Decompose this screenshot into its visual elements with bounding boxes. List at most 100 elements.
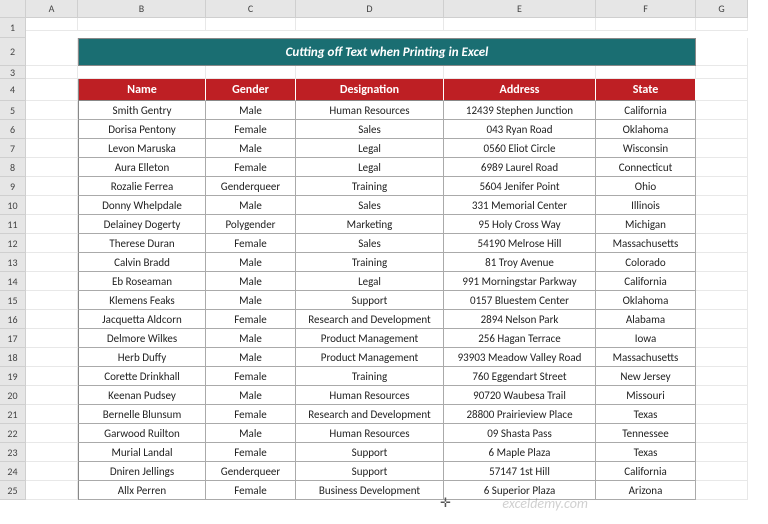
table-cell[interactable]: Female: [206, 481, 296, 500]
row-header[interactable]: 1: [0, 18, 26, 38]
table-cell[interactable]: Herb Duffy: [78, 348, 206, 367]
table-cell[interactable]: 57147 1st Hill: [444, 462, 596, 481]
table-cell[interactable]: Eb Roseaman: [78, 272, 206, 291]
table-cell[interactable]: Levon Maruska: [78, 139, 206, 158]
cell[interactable]: [444, 18, 596, 31]
cell[interactable]: [206, 18, 296, 31]
table-cell[interactable]: 0157 Bluestem Center: [444, 291, 596, 310]
row-header[interactable]: 18: [0, 348, 26, 367]
table-cell[interactable]: Male: [206, 101, 296, 120]
row-header[interactable]: 24: [0, 462, 26, 481]
table-cell[interactable]: Texas: [596, 405, 696, 424]
cell[interactable]: [26, 405, 78, 424]
table-cell[interactable]: Legal: [296, 139, 444, 158]
table-cell[interactable]: Female: [206, 120, 296, 139]
table-cell[interactable]: Marketing: [296, 215, 444, 234]
table-cell[interactable]: Sales: [296, 120, 444, 139]
table-cell[interactable]: 6 Superior Plaza: [444, 481, 596, 500]
table-cell[interactable]: Female: [206, 158, 296, 177]
table-cell[interactable]: Female: [206, 234, 296, 253]
row-header[interactable]: 23: [0, 443, 26, 462]
row-header[interactable]: 16: [0, 310, 26, 329]
table-cell[interactable]: Training: [296, 367, 444, 386]
cell[interactable]: [696, 234, 748, 253]
table-header[interactable]: Address: [444, 79, 596, 101]
table-cell[interactable]: Klemens Feaks: [78, 291, 206, 310]
table-cell[interactable]: 043 Ryan Road: [444, 120, 596, 139]
table-header[interactable]: Gender: [206, 79, 296, 101]
table-cell[interactable]: 2894 Nelson Park: [444, 310, 596, 329]
cell[interactable]: [696, 196, 748, 215]
table-cell[interactable]: California: [596, 101, 696, 120]
cell[interactable]: [78, 18, 206, 31]
table-cell[interactable]: Support: [296, 462, 444, 481]
table-cell[interactable]: Training: [296, 253, 444, 272]
cell[interactable]: [206, 66, 296, 79]
cell[interactable]: [696, 348, 748, 367]
table-cell[interactable]: Male: [206, 196, 296, 215]
table-cell[interactable]: 90720 Waubesa Trail: [444, 386, 596, 405]
table-cell[interactable]: Female: [206, 405, 296, 424]
table-cell[interactable]: Aura Elleton: [78, 158, 206, 177]
col-header[interactable]: A: [26, 0, 78, 18]
cell[interactable]: [26, 329, 78, 348]
table-cell[interactable]: 331 Memorial Center: [444, 196, 596, 215]
cell[interactable]: [696, 177, 748, 196]
table-cell[interactable]: Training: [296, 177, 444, 196]
table-cell[interactable]: Male: [206, 348, 296, 367]
cell[interactable]: [696, 215, 748, 234]
cell[interactable]: [696, 386, 748, 405]
table-cell[interactable]: Business Development: [296, 481, 444, 500]
table-cell[interactable]: Polygender: [206, 215, 296, 234]
table-cell[interactable]: Dorisa Pentony: [78, 120, 206, 139]
table-cell[interactable]: Calvin Bradd: [78, 253, 206, 272]
table-cell[interactable]: Male: [206, 272, 296, 291]
row-header[interactable]: 21: [0, 405, 26, 424]
row-header[interactable]: 9: [0, 177, 26, 196]
cell[interactable]: [26, 234, 78, 253]
table-cell[interactable]: 256 Hagan Terrace: [444, 329, 596, 348]
cell[interactable]: [26, 139, 78, 158]
cell[interactable]: [696, 139, 748, 158]
row-header[interactable]: 6: [0, 120, 26, 139]
table-cell[interactable]: 0560 Eliot Circle: [444, 139, 596, 158]
cell[interactable]: [696, 329, 748, 348]
table-cell[interactable]: Female: [206, 443, 296, 462]
table-cell[interactable]: Human Resources: [296, 386, 444, 405]
cell[interactable]: [696, 120, 748, 139]
table-cell[interactable]: Legal: [296, 272, 444, 291]
table-cell[interactable]: Oklahoma: [596, 291, 696, 310]
table-cell[interactable]: 6989 Laurel Road: [444, 158, 596, 177]
table-cell[interactable]: Human Resources: [296, 424, 444, 443]
table-cell[interactable]: Therese Duran: [78, 234, 206, 253]
cell[interactable]: [696, 18, 748, 31]
cell[interactable]: [26, 481, 78, 500]
table-cell[interactable]: Male: [206, 139, 296, 158]
row-header[interactable]: 22: [0, 424, 26, 443]
row-header[interactable]: 7: [0, 139, 26, 158]
row-header[interactable]: 8: [0, 158, 26, 177]
cell[interactable]: [26, 38, 78, 66]
col-header[interactable]: G: [696, 0, 748, 18]
table-cell[interactable]: Massachusetts: [596, 234, 696, 253]
row-header[interactable]: 14: [0, 272, 26, 291]
table-cell[interactable]: 12439 Stephen Junction: [444, 101, 596, 120]
cell[interactable]: [26, 158, 78, 177]
table-cell[interactable]: Garwood Ruilton: [78, 424, 206, 443]
cell[interactable]: [696, 481, 748, 500]
cell[interactable]: [26, 101, 78, 120]
table-cell[interactable]: Arizona: [596, 481, 696, 500]
cell[interactable]: [26, 443, 78, 462]
table-cell[interactable]: Corette Drinkhall: [78, 367, 206, 386]
row-header[interactable]: 25: [0, 481, 26, 500]
cell[interactable]: [26, 120, 78, 139]
cell[interactable]: [696, 443, 748, 462]
row-header[interactable]: 4: [0, 79, 26, 101]
col-header[interactable]: C: [206, 0, 296, 18]
table-cell[interactable]: Dniren Jellings: [78, 462, 206, 481]
cell[interactable]: [696, 101, 748, 120]
cell[interactable]: [26, 348, 78, 367]
table-cell[interactable]: Smith Gentry: [78, 101, 206, 120]
cell[interactable]: [26, 215, 78, 234]
row-header[interactable]: 20: [0, 386, 26, 405]
